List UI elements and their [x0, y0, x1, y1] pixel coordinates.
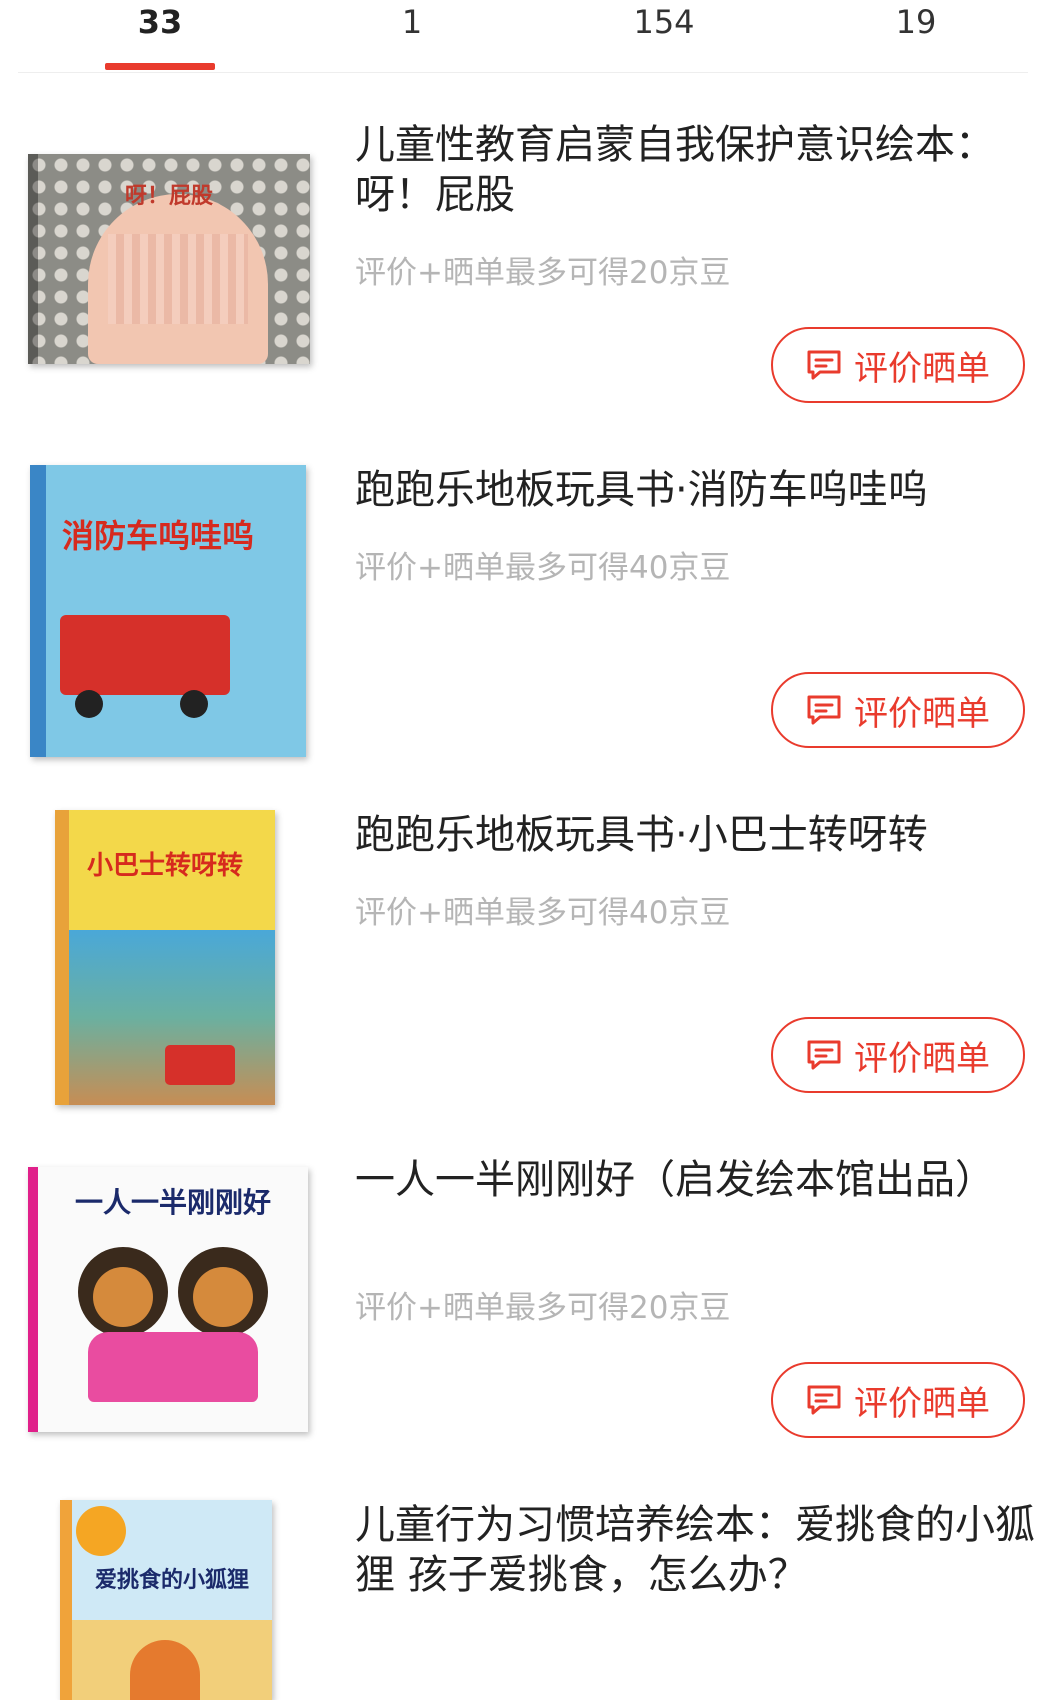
book-spine — [30, 465, 46, 757]
order-item: 呀！屁股 儿童性教育启蒙自我保护意识绘本：呀！屁股 评价+晒单最多可得20京豆 … — [0, 120, 1051, 420]
girl-face — [193, 1267, 253, 1327]
review-button-label: 评价晒单 — [854, 1383, 990, 1424]
cover-title: 呀！屁股 — [124, 183, 213, 209]
wheel — [75, 690, 103, 718]
product-cover-image[interactable]: 呀！屁股 — [28, 154, 310, 364]
review-button[interactable]: 评价晒单 — [771, 672, 1025, 748]
book-spine — [60, 1500, 72, 1700]
order-item: 小巴士转呀转 跑跑乐地板玩具书·小巴士转呀转 评价+晒单最多可得40京豆 评价晒… — [0, 810, 1051, 1110]
product-title[interactable]: 跑跑乐地板玩具书·消防车呜哇呜 — [355, 465, 1035, 515]
fire-truck-illustration — [60, 615, 230, 695]
product-title[interactable]: 儿童性教育启蒙自我保护意识绘本：呀！屁股 — [355, 120, 1035, 220]
tab-4[interactable]: 19 — [826, 0, 1006, 70]
chat-bubble-icon — [807, 1040, 841, 1070]
tab-1[interactable]: 33 — [70, 0, 250, 70]
chat-bubble-icon — [807, 350, 841, 380]
reward-text: 评价+晒单最多可得40京豆 — [355, 550, 731, 586]
tab-bar: 33 1 154 19 — [18, 0, 1028, 73]
girl-face — [93, 1267, 153, 1327]
sun-illustration — [76, 1506, 126, 1556]
reward-text: 评价+晒单最多可得40京豆 — [355, 895, 731, 931]
reward-text: 评价+晒单最多可得20京豆 — [355, 1290, 731, 1326]
cover-title: 消防车呜哇呜 — [61, 517, 254, 555]
product-title[interactable]: 跑跑乐地板玩具书·小巴士转呀转 — [355, 810, 1035, 860]
dress — [88, 1332, 258, 1402]
product-cover-image[interactable]: 一人一半刚刚好 — [28, 1167, 308, 1432]
order-item: 消防车呜哇呜 跑跑乐地板玩具书·消防车呜哇呜 评价+晒单最多可得40京豆 评价晒… — [0, 465, 1051, 765]
wheel — [180, 690, 208, 718]
tab-3[interactable]: 154 — [574, 0, 754, 70]
chat-bubble-icon — [807, 695, 841, 725]
order-item: 爱挑食的小狐狸 儿童行为习惯培养绘本：爱挑食的小狐狸 孩子爱挑食，怎么办？ — [0, 1500, 1051, 1700]
bus-illustration — [165, 1045, 235, 1085]
review-button-label: 评价晒单 — [854, 348, 990, 389]
mosaic-patch — [108, 234, 248, 324]
cover-title: 一人一半刚刚好 — [74, 1186, 271, 1219]
chat-bubble-icon — [807, 1385, 841, 1415]
reward-text: 评价+晒单最多可得20京豆 — [355, 255, 731, 291]
active-tab-indicator — [105, 63, 215, 70]
product-cover-image[interactable]: 消防车呜哇呜 — [30, 465, 306, 757]
review-button[interactable]: 评价晒单 — [771, 1362, 1025, 1438]
review-button[interactable]: 评价晒单 — [771, 327, 1025, 403]
product-cover-image[interactable]: 爱挑食的小狐狸 — [60, 1500, 272, 1700]
product-title[interactable]: 儿童行为习惯培养绘本：爱挑食的小狐狸 孩子爱挑食，怎么办？ — [355, 1500, 1035, 1600]
review-button[interactable]: 评价晒单 — [771, 1017, 1025, 1093]
product-cover-image[interactable]: 小巴士转呀转 — [55, 810, 275, 1105]
tab-label: 33 — [137, 3, 183, 41]
tab-label: 19 — [895, 3, 937, 41]
cover-title: 爱挑食的小狐狸 — [94, 1567, 249, 1593]
tab-label: 1 — [401, 3, 423, 41]
cover-title: 小巴士转呀转 — [86, 851, 243, 881]
order-item: 一人一半刚刚好 一人一半刚刚好（启发绘本馆出品） 评价+晒单最多可得20京豆 评… — [0, 1155, 1051, 1455]
product-title[interactable]: 一人一半刚刚好（启发绘本馆出品） — [355, 1155, 1035, 1205]
tab-2[interactable]: 1 — [322, 0, 502, 70]
review-button-label: 评价晒单 — [854, 693, 990, 734]
review-button-label: 评价晒单 — [854, 1038, 990, 1079]
tab-label: 154 — [633, 3, 695, 41]
